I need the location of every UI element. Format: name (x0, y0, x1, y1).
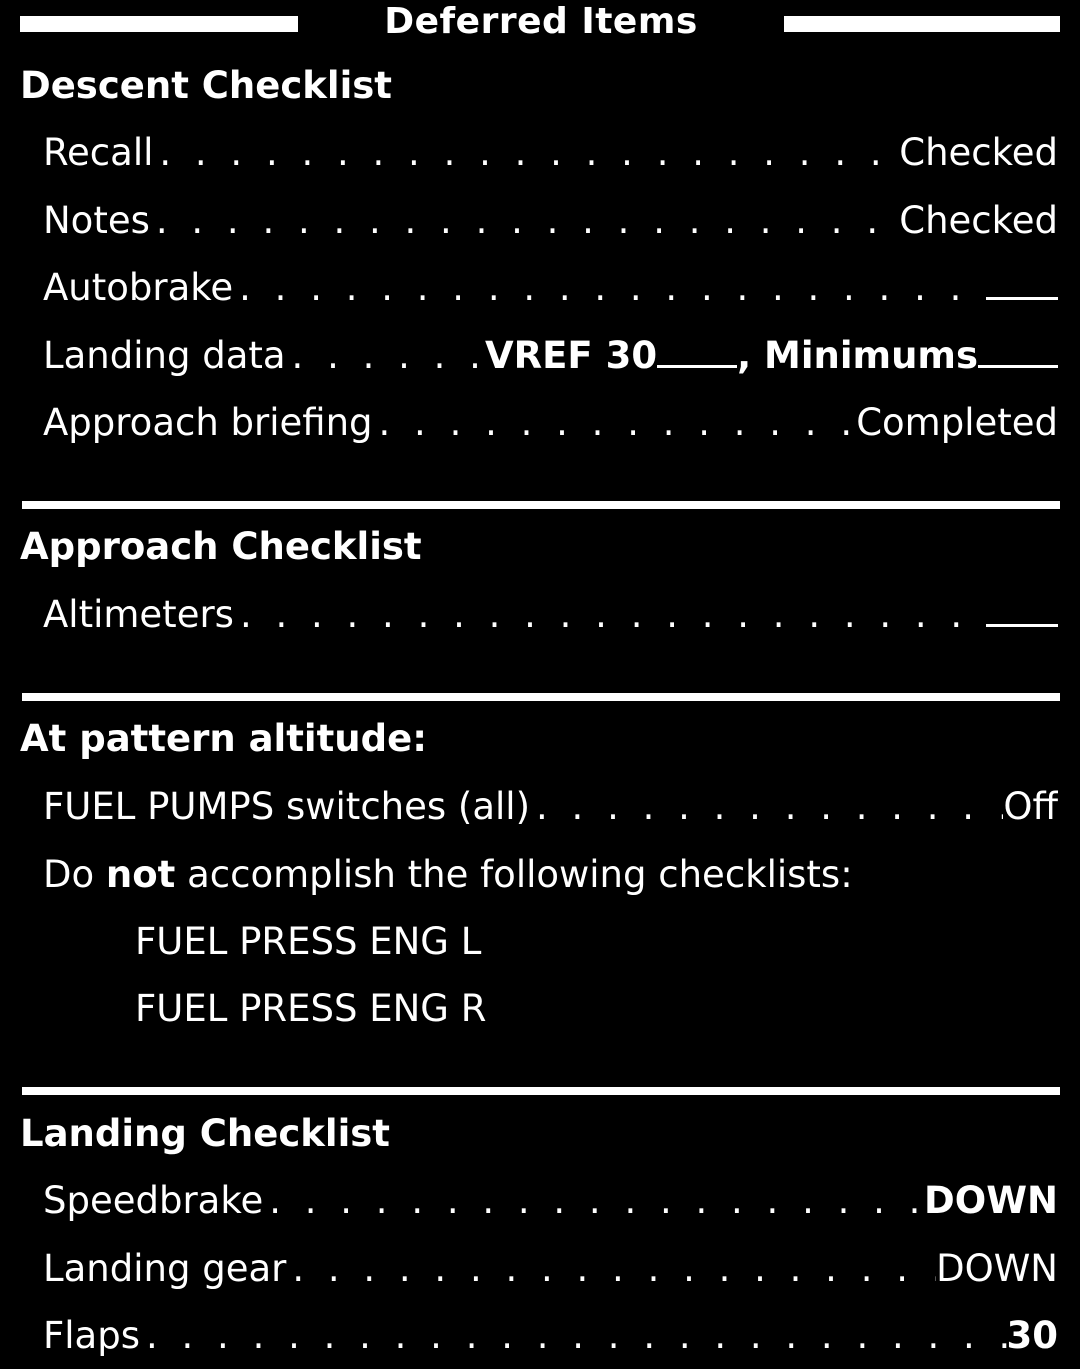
leader-dots (286, 1245, 936, 1293)
item-label: Autobrake (43, 266, 234, 309)
landing-checklist-heading: Landing Checklist (20, 1112, 390, 1155)
item-value: VREF 30 , Minimums (485, 332, 1058, 380)
note-emphasis: not (105, 853, 176, 896)
approach-checklist-heading: Approach Checklist (20, 525, 422, 568)
item-value: DOWN (936, 1247, 1058, 1290)
leader-dots (373, 399, 857, 447)
leader-dots (233, 264, 986, 312)
leader-dots (234, 591, 986, 639)
item-value: Completed (856, 401, 1058, 444)
blank-entry-line (986, 594, 1058, 627)
leader-dots (140, 1312, 1007, 1360)
checklist-item-altimeters: Altimeters (43, 591, 1058, 639)
minimums-blank-line (978, 335, 1058, 368)
blank-entry-line (986, 267, 1058, 300)
descent-checklist-heading: Descent Checklist (20, 64, 392, 107)
note-text-after: accomplish the following checklists: (175, 853, 853, 896)
section-divider (22, 501, 1060, 509)
title-row: Deferred Items (20, 0, 1060, 48)
leader-dots (530, 783, 1003, 831)
checklist-item-approach-briefing: Approach briefing Completed (43, 399, 1058, 447)
item-label: Flaps (43, 1314, 140, 1357)
note-text-before: Do (43, 853, 106, 896)
item-value: Off (1003, 785, 1058, 828)
checklist-item-fuel-pumps: FUEL PUMPS switches (all) Off (43, 783, 1058, 831)
leader-dots (286, 332, 485, 380)
item-value: DOWN (924, 1179, 1058, 1222)
excluded-checklist-item: FUEL PRESS ENG L (135, 920, 482, 963)
vref-blank-line (657, 335, 738, 368)
section-divider (22, 693, 1060, 701)
item-label: Landing data (43, 334, 286, 377)
do-not-accomplish-note: Do not accomplish the following checklis… (43, 851, 853, 899)
checklist-item-autobrake: Autobrake (43, 264, 1058, 312)
minimums-label: , Minimums (737, 334, 978, 377)
leader-dots (150, 197, 899, 245)
item-label: Approach briefing (43, 401, 373, 444)
item-label: Notes (43, 199, 150, 242)
item-value: 30 (1006, 1314, 1059, 1357)
item-label: Recall (43, 131, 154, 174)
page-title: Deferred Items (384, 1, 698, 42)
item-label: Altimeters (43, 593, 234, 636)
item-label: Landing gear (43, 1247, 287, 1290)
excluded-checklist-item: FUEL PRESS ENG R (135, 987, 487, 1030)
title-rule-left (20, 16, 298, 32)
section-divider (22, 1087, 1060, 1095)
pattern-altitude-heading: At pattern altitude: (20, 717, 428, 760)
checklist-item-landing-data: Landing data VREF 30 , Minimums (43, 332, 1058, 380)
item-value (986, 591, 1058, 639)
deferred-items-page: Deferred Items Descent Checklist Recall … (0, 0, 1080, 1369)
leader-dots (153, 129, 899, 177)
checklist-item-landing-gear: Landing gear DOWN (43, 1245, 1058, 1293)
item-value (986, 264, 1058, 312)
title-rule-right (784, 16, 1060, 32)
checklist-item-speedbrake: Speedbrake DOWN (43, 1177, 1058, 1225)
item-value: Checked (899, 199, 1058, 242)
leader-dots (263, 1177, 924, 1225)
checklist-item-notes: Notes Checked (43, 197, 1058, 245)
item-value: Checked (899, 131, 1058, 174)
checklist-item-flaps: Flaps 30 (43, 1312, 1058, 1360)
item-label: FUEL PUMPS switches (all) (43, 785, 531, 828)
checklist-item-recall: Recall Checked (43, 129, 1058, 177)
item-label: Speedbrake (43, 1179, 264, 1222)
vref-label: VREF 30 (485, 334, 658, 377)
